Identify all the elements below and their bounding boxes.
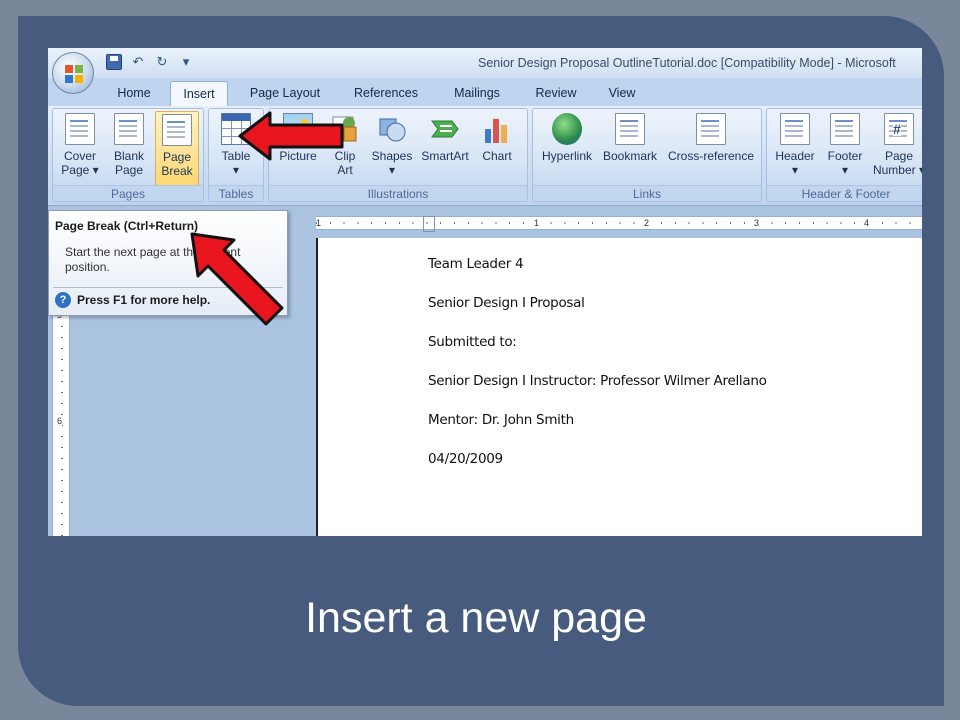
ruler-number: 3	[754, 218, 760, 228]
smartart-label: SmartArt	[421, 149, 469, 163]
tab-insert[interactable]: Insert	[170, 81, 228, 106]
vertical-ruler[interactable]: 5 6	[52, 308, 70, 536]
clip-art-label-2: Art	[337, 163, 353, 177]
slide-caption: Insert a new page	[305, 594, 647, 642]
quick-access-toolbar: ↶ ↻ ▾	[106, 54, 194, 70]
red-arrow-left-icon	[238, 111, 344, 161]
redo-icon[interactable]: ↻	[154, 54, 170, 70]
group-header-footer: Header ▾ Footer ▾ # Page Number ▾ Header…	[766, 108, 922, 202]
bookmark-button[interactable]: Bookmark	[599, 113, 661, 163]
page-number-button[interactable]: # Page Number ▾	[871, 113, 922, 177]
ruler-number: 4	[864, 218, 870, 228]
red-arrow-diagonal-icon	[190, 232, 284, 326]
tab-references[interactable]: References	[346, 81, 426, 106]
doc-line[interactable]: 04/20/2009	[428, 451, 503, 467]
footer-button[interactable]: Footer ▾	[821, 113, 869, 177]
help-icon: ?	[55, 292, 71, 308]
chart-icon	[482, 113, 512, 145]
cover-page-label-2: Page ▾	[61, 163, 99, 177]
doc-line[interactable]: Mentor: Dr. John Smith	[428, 412, 574, 428]
page-break-button[interactable]: Page Break	[155, 111, 199, 187]
doc-line[interactable]: Senior Design I Instructor: Professor Wi…	[428, 373, 767, 389]
doc-line[interactable]: Senior Design I Proposal	[428, 295, 585, 311]
group-links-label: Links	[533, 185, 761, 201]
ruler-ticks	[316, 222, 922, 224]
tab-view[interactable]: View	[600, 81, 644, 106]
footer-label-1: Footer	[827, 149, 863, 163]
hyperlink-label: Hyperlink	[541, 149, 592, 163]
customize-toolbar-icon[interactable]: ▾	[178, 54, 194, 70]
document-page[interactable]: Team Leader 4 Senior Design I Proposal S…	[316, 238, 922, 536]
group-pages-label: Pages	[53, 185, 203, 201]
chart-label: Chart	[482, 149, 512, 163]
bookmark-icon	[615, 113, 645, 145]
shapes-button[interactable]: Shapes ▾	[369, 113, 415, 177]
group-header-footer-label: Header & Footer	[767, 185, 922, 201]
group-pages: Cover Page ▾ Blank Page Page Break Pages	[52, 108, 204, 202]
tab-page-layout[interactable]: Page Layout	[240, 81, 330, 106]
cross-reference-label: Cross-reference	[667, 149, 755, 163]
ruler-number: 1	[316, 218, 322, 228]
bookmark-label: Bookmark	[602, 149, 658, 163]
cover-page-button[interactable]: Cover Page ▾	[57, 113, 103, 177]
office-button[interactable]	[52, 52, 94, 94]
blank-page-icon	[114, 113, 144, 145]
page-break-label-2: Break	[161, 164, 193, 178]
ribbon-tabs: Home Insert Page Layout References Maili…	[48, 78, 922, 106]
page-break-label-1: Page	[162, 150, 192, 164]
office-logo-icon	[65, 65, 83, 83]
smartart-button[interactable]: SmartArt	[417, 113, 473, 163]
table-label-2: ▾	[232, 163, 240, 177]
page-break-icon	[162, 114, 192, 146]
indent-marker[interactable]	[423, 216, 435, 232]
shapes-label-1: Shapes	[371, 149, 413, 163]
ribbon: Cover Page ▾ Blank Page Page Break Pages…	[48, 106, 922, 206]
undo-icon[interactable]: ↶	[130, 54, 146, 70]
group-illustrations-label: Illustrations	[269, 185, 527, 201]
header-label-1: Header	[775, 149, 815, 163]
page-number-hash-glyph: #	[893, 121, 901, 137]
footer-icon	[830, 113, 860, 145]
group-tables-label: Tables	[209, 185, 263, 201]
smartart-icon	[430, 113, 460, 145]
save-icon[interactable]	[106, 54, 122, 70]
tab-mailings[interactable]: Mailings	[444, 81, 510, 106]
header-icon	[780, 113, 810, 145]
blank-page-label-1: Blank	[113, 149, 145, 163]
header-button[interactable]: Header ▾	[771, 113, 819, 177]
page-number-label-2: Number ▾	[872, 163, 922, 177]
blank-page-label-2: Page	[114, 163, 144, 177]
title-bar: ↶ ↻ ▾ Senior Design Proposal OutlineTuto…	[48, 48, 922, 78]
tab-review[interactable]: Review	[528, 81, 584, 106]
shapes-label-2: ▾	[388, 163, 396, 177]
doc-line[interactable]: Team Leader 4	[428, 256, 524, 272]
shapes-icon	[377, 113, 407, 145]
horizontal-ruler[interactable]: 1 1 2 3 4	[316, 216, 922, 232]
page-number-label-1: Page	[884, 149, 914, 163]
doc-line[interactable]: Submitted to:	[428, 334, 517, 350]
word-window-screenshot: ↶ ↻ ▾ Senior Design Proposal OutlineTuto…	[48, 48, 922, 536]
ruler-number: 2	[644, 218, 650, 228]
cross-reference-button[interactable]: Cross-reference	[663, 113, 759, 163]
header-label-2: ▾	[791, 163, 799, 177]
hyperlink-button[interactable]: Hyperlink	[537, 113, 597, 163]
ruler-number: 1	[534, 218, 540, 228]
blank-page-button[interactable]: Blank Page	[107, 113, 151, 177]
page-number-icon: #	[884, 113, 914, 145]
vertical-ruler-number: 6	[57, 416, 63, 426]
hyperlink-globe-icon	[552, 113, 582, 145]
cross-reference-icon	[696, 113, 726, 145]
chart-button[interactable]: Chart	[475, 113, 519, 163]
tooltip-title: Page Break (Ctrl+Return)	[55, 219, 199, 233]
window-title: Senior Design Proposal OutlineTutorial.d…	[478, 56, 896, 70]
tab-home[interactable]: Home	[106, 81, 162, 106]
cover-page-label-1: Cover	[63, 149, 96, 163]
cover-page-icon	[65, 113, 95, 145]
group-links: Hyperlink Bookmark Cross-reference Links	[532, 108, 762, 202]
footer-label-2: ▾	[841, 163, 849, 177]
